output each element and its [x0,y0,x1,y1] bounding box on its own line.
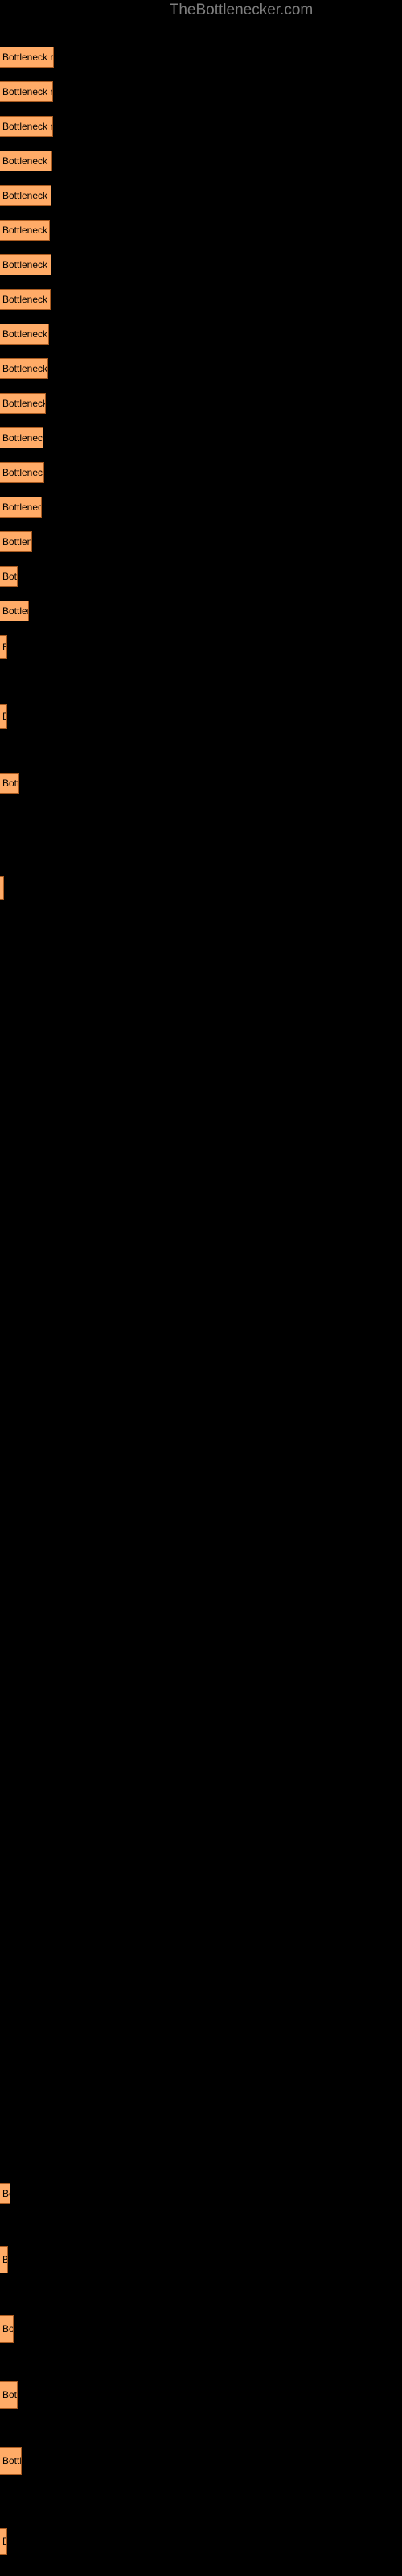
chart-bar: Bottleneck result [0,462,44,483]
chart-bar-label: Bottleneck result [2,2389,18,2401]
chart-bar-label: Bottleneck result [2,2188,10,2199]
chart-bar-label: Bottleneck result [2,432,43,444]
chart-bar: Bottleneck result [0,324,49,345]
chart-bar-label: Bottleneck result [2,155,51,167]
chart-bar: Bottleneck result [0,566,18,587]
chart-bar-label: Bottleneck result [2,2254,7,2265]
chart-bar-label: Bottleneck result [2,52,54,63]
chart-bar: Bottleneck result [0,427,43,448]
chart-bar-label: Bottleneck result [2,642,6,653]
chart-bar-label: Bottleneck result [2,502,41,513]
chart-bar-label: Bottleneck result [2,2323,14,2334]
chart-bar: Bottleneck result [0,2381,18,2409]
chart-bar-label: Bottleneck result [2,190,51,201]
chart-bar: Bottleneck result [0,2447,22,2475]
chart-bar: Bottleneck result [0,254,51,275]
chart-bar: Bottleneck result [0,116,53,137]
chart-bar-label: Bottleneck result [2,2455,22,2467]
chart-bar: Bottleneck result [0,289,51,310]
chart-bar-label: Bottleneck result [2,2536,6,2547]
chart-bar: Bottleneck result [0,220,50,241]
chart-bar: Bottleneck result [0,151,52,171]
chart-bar-label: Bottleneck result [2,467,44,478]
chart-bar-label: Bottleneck result [2,121,53,132]
chart-bar: Bottleneck result [0,2315,14,2343]
chart-bar-label: Bottleneck result [2,363,48,374]
chart-bar-label: Bottleneck result [2,778,18,789]
chart-bar: Bottleneck result [0,47,54,68]
chart-bar-label: Bottleneck result [2,86,53,97]
chart-plot-area: Bottleneck result Bottleneck result Bottle… [0,0,402,2576]
chart-bar-label: Bottleneck result [2,225,49,236]
chart-bar-label: Bottleneck result [2,536,32,547]
chart-bar: Bottleneck result [0,876,4,900]
chart-bar: Bottleneck result [0,2183,10,2204]
chart-bar: Bottleneck result [0,358,48,379]
chart-bar-label: Bottleneck result [2,328,48,340]
chart-bar-label: Bottleneck result [2,605,28,617]
chart-bar: Bottleneck result [0,2528,7,2555]
chart-bar: Bottleneck result [0,773,19,794]
chart-bar: Bottleneck result [0,393,46,414]
chart-bar-label: Bottleneck result [2,711,6,722]
chart-bar: Bottleneck result [0,601,29,621]
chart-bar: Bottleneck result [0,497,42,518]
chart-bar: Bottleneck result [0,81,53,102]
chart-bar: Bottleneck result [0,704,7,729]
chart-bar: Bottleneck result [0,2246,8,2273]
bottleneck-chart-page: TheBottlenecker.com Bottleneck resultBot… [0,0,402,2576]
chart-bar-label: Bottleneck result [2,259,51,270]
chart-bar: Bottleneck result [0,635,7,659]
chart-bar: Bottleneck result [0,531,32,552]
chart-bar: Bottleneck result [0,185,51,206]
chart-bar-label: Bottleneck result [2,294,50,305]
chart-bar-label: Bottleneck result [2,571,18,582]
chart-bar-label: Bottleneck result [2,882,3,894]
chart-bar-label: Bottleneck result [2,398,46,409]
